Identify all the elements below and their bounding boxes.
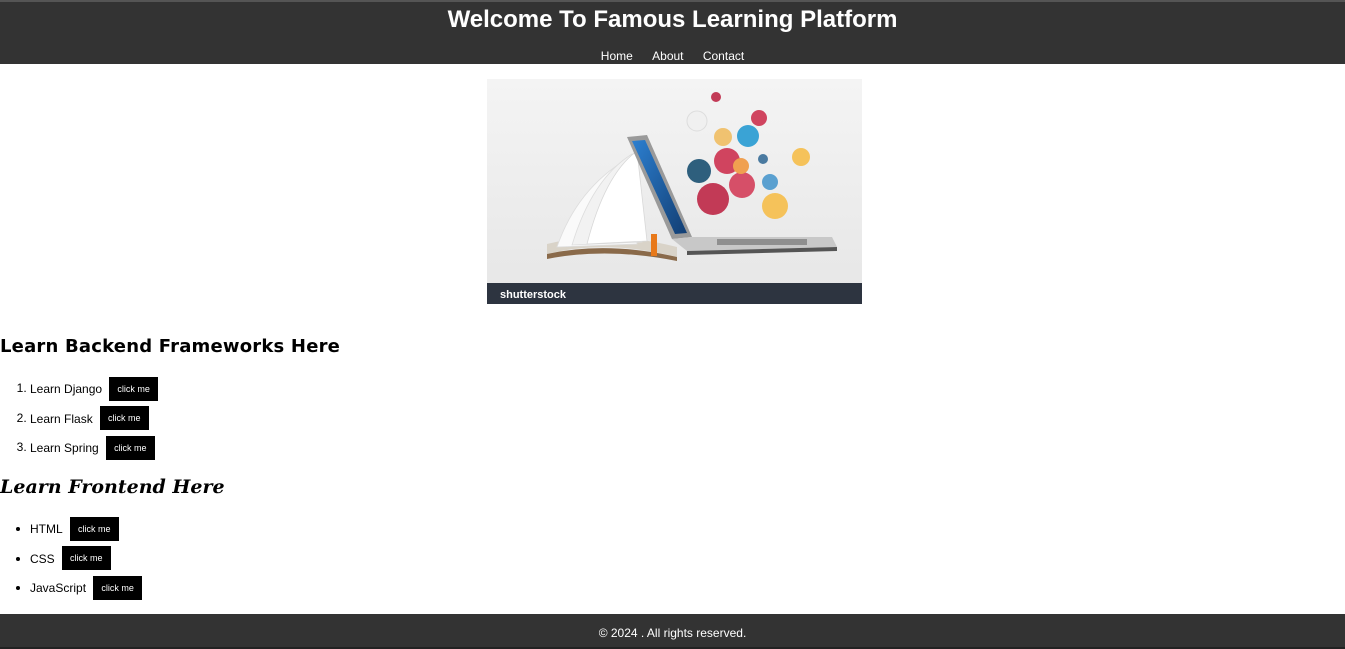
- list-item: JavaScript click me: [30, 575, 142, 605]
- list-item-label: Learn Spring: [30, 440, 99, 455]
- spring-click-button[interactable]: click me: [106, 435, 155, 460]
- list-item-label: HTML: [30, 521, 63, 536]
- list-item-label: Learn Django: [30, 381, 103, 396]
- site-header: Welcome To Famous Learning Platform Home…: [0, 0, 1345, 64]
- page: Welcome To Famous Learning Platform Home…: [0, 0, 1345, 649]
- list-item-label: JavaScript: [30, 580, 87, 595]
- list-item: Learn Spring click me: [30, 435, 158, 465]
- flask-click-button[interactable]: click me: [100, 406, 149, 431]
- backend-heading: Learn Backend Frameworks Here: [0, 336, 341, 357]
- frontend-heading: Learn Frontend Here: [0, 476, 225, 498]
- nav-contact-link[interactable]: Contact: [703, 48, 744, 64]
- hero-watermark: shutterstock: [500, 289, 567, 301]
- hero-illustration: shutterstock: [487, 79, 862, 304]
- page-title: Welcome To Famous Learning Platform: [447, 6, 898, 33]
- site-footer: © 2024 . All rights reserved.: [0, 614, 1345, 649]
- main-nav: Home About Contact: [0, 48, 1345, 64]
- list-item: Learn Django click me: [30, 376, 158, 406]
- list-item: Learn Flask click me: [30, 406, 158, 436]
- javascript-click-button[interactable]: click me: [93, 575, 142, 600]
- django-click-button[interactable]: click me: [109, 376, 158, 401]
- list-item: HTML click me: [30, 516, 142, 546]
- backend-list: Learn Django click me Learn Flask click …: [0, 376, 158, 465]
- list-item: CSS click me: [30, 546, 142, 576]
- nav-home-link[interactable]: Home: [601, 48, 633, 64]
- hero-image: shutterstock: [487, 79, 862, 304]
- css-click-button[interactable]: click me: [62, 546, 111, 571]
- list-item-label: CSS: [30, 551, 55, 566]
- list-item-label: Learn Flask: [30, 411, 93, 426]
- frontend-list: HTML click me CSS click me JavaScript cl…: [0, 516, 142, 605]
- html-click-button[interactable]: click me: [70, 516, 119, 541]
- footer-copyright: © 2024 . All rights reserved.: [598, 626, 747, 640]
- nav-about-link[interactable]: About: [652, 48, 683, 64]
